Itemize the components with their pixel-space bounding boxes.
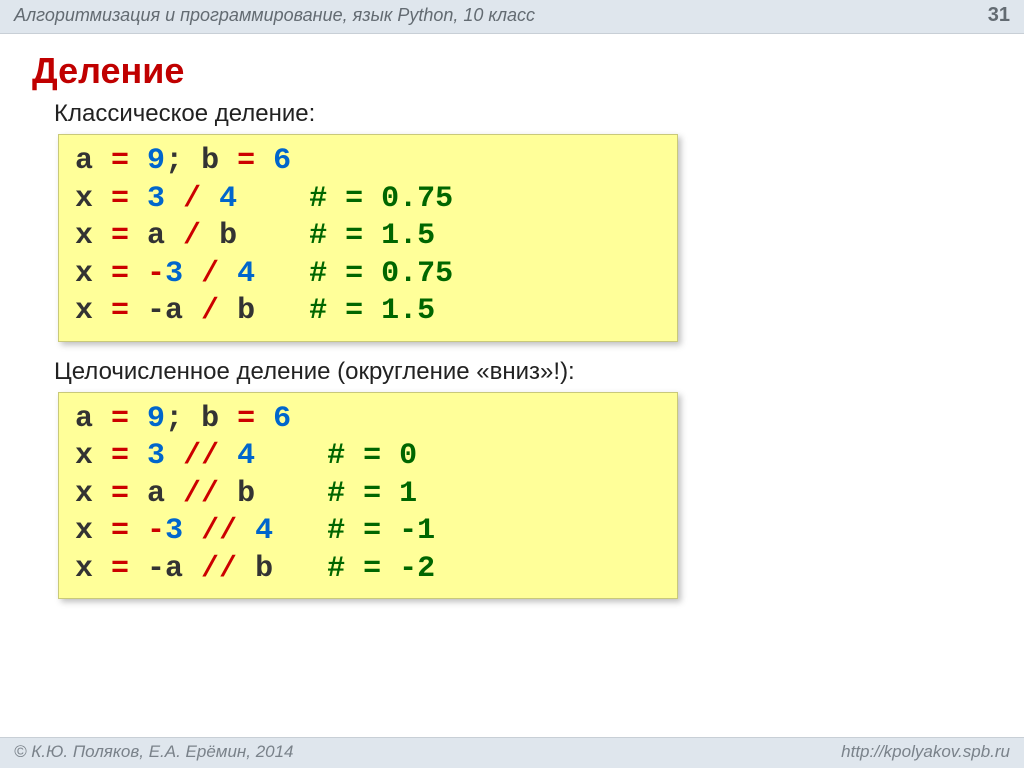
operator-icon: - xyxy=(147,257,165,291)
operator-icon: - xyxy=(147,514,165,548)
operator-icon: = xyxy=(111,514,129,548)
footer-url: http://kpolyakov.spb.ru xyxy=(841,742,1010,762)
operator-icon: // xyxy=(183,439,219,473)
number-literal: 3 xyxy=(147,439,165,473)
number-literal: 4 xyxy=(237,257,255,291)
code-text: a xyxy=(75,144,111,178)
slide-title: Деление xyxy=(32,50,996,92)
code-block-classic-division: a = 9; b = 6 x = 3 / 4 # = 0.75 x = a / … xyxy=(58,134,678,342)
course-label: Алгоритмизация и программирование, язык … xyxy=(14,5,535,26)
slide-footer: © К.Ю. Поляков, Е.А. Ерёмин, 2014 http:/… xyxy=(0,737,1024,768)
operator-icon: = xyxy=(111,294,129,328)
operator-icon: = xyxy=(111,257,129,291)
operator-icon: // xyxy=(183,477,219,511)
section2-label: Целочисленное деление (округление «вниз»… xyxy=(54,358,996,386)
number-literal: 4 xyxy=(219,182,237,216)
comment: # = 0.75 xyxy=(309,182,453,216)
operator-icon: = xyxy=(111,439,129,473)
operator-icon: / xyxy=(201,257,219,291)
number-literal: 3 xyxy=(165,514,183,548)
comment: # = 1 xyxy=(327,477,417,511)
comment: # = 1.5 xyxy=(309,294,435,328)
page-number: 31 xyxy=(988,4,1010,27)
comment: # = 0.75 xyxy=(309,257,453,291)
number-literal: 6 xyxy=(273,144,291,178)
number-literal: 9 xyxy=(147,402,165,436)
code-block-integer-division: a = 9; b = 6 x = 3 // 4 # = 0 x = a // b… xyxy=(58,392,678,600)
operator-icon: = xyxy=(111,402,129,436)
number-literal: 6 xyxy=(273,402,291,436)
operator-icon: = xyxy=(111,477,129,511)
operator-icon: = xyxy=(237,402,255,436)
operator-icon: = xyxy=(111,182,129,216)
copyright-text: © К.Ю. Поляков, Е.А. Ерёмин, 2014 xyxy=(14,742,294,762)
comment: # = -2 xyxy=(327,552,435,586)
operator-icon: = xyxy=(111,552,129,586)
operator-icon: / xyxy=(183,219,201,253)
operator-icon: // xyxy=(201,552,237,586)
number-literal: 4 xyxy=(255,514,273,548)
code-text: a xyxy=(75,402,111,436)
slide-header: Алгоритмизация и программирование, язык … xyxy=(0,0,1024,34)
operator-icon: // xyxy=(201,514,237,548)
operator-icon: / xyxy=(201,294,219,328)
comment: # = 0 xyxy=(327,439,417,473)
operator-icon: = xyxy=(237,144,255,178)
operator-icon: / xyxy=(183,182,201,216)
operator-icon: = xyxy=(111,144,129,178)
slide-content: Деление Классическое деление: a = 9; b =… xyxy=(0,34,1024,599)
comment: # = 1.5 xyxy=(309,219,435,253)
number-literal: 3 xyxy=(165,257,183,291)
operator-icon: = xyxy=(111,219,129,253)
comment: # = -1 xyxy=(327,514,435,548)
number-literal: 4 xyxy=(237,439,255,473)
number-literal: 3 xyxy=(147,182,165,216)
section1-label: Классическое деление: xyxy=(54,100,996,128)
number-literal: 9 xyxy=(147,144,165,178)
